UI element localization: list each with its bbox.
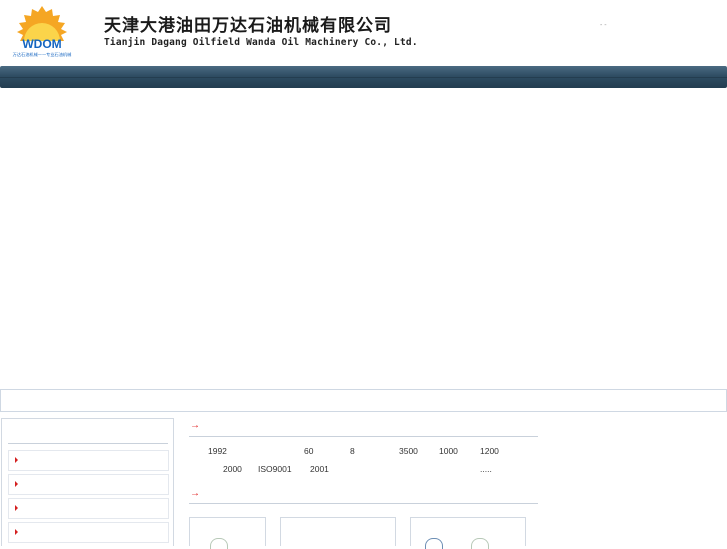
product-thumbnail-icon [425, 538, 443, 549]
banner-area [0, 90, 727, 386]
notice-bar [0, 389, 727, 412]
sidebar-divider [8, 443, 168, 444]
product-thumbnail-icon [210, 538, 228, 549]
about-text: 1992 [208, 446, 227, 456]
company-logo[interactable]: WDOM 万达石油机械——专业石油机械 [0, 4, 84, 58]
nav-divider [0, 77, 727, 78]
sidebar-item[interactable] [8, 498, 169, 519]
section-divider [189, 436, 538, 437]
product-card[interactable] [189, 517, 266, 549]
logo-wordmark: WDOM [22, 37, 61, 51]
about-text: 60 [304, 446, 314, 456]
product-card[interactable] [410, 517, 526, 549]
main-nav-bar[interactable] [0, 66, 727, 88]
section-divider [189, 503, 538, 504]
logo-tagline: 万达石油机械——专业石油机械 [13, 51, 72, 58]
bullet-arrow-icon [15, 505, 18, 511]
bullet-arrow-icon [15, 529, 18, 535]
header-top-links[interactable]: - - [600, 22, 607, 29]
sidebar [1, 418, 174, 546]
sidebar-item[interactable] [8, 522, 169, 543]
bullet-arrow-icon [15, 481, 18, 487]
section-arrow-icon: → [190, 488, 200, 499]
sidebar-item[interactable] [8, 474, 169, 495]
bullet-arrow-icon [15, 457, 18, 463]
about-text: 2000 [223, 464, 242, 474]
sidebar-item[interactable] [8, 450, 169, 471]
company-name-cn: 天津大港油田万达石油机械有限公司 [104, 16, 392, 36]
section-arrow-icon: → [190, 420, 200, 431]
product-thumbnail-icon [471, 538, 489, 549]
about-text: 1200 [480, 446, 499, 456]
about-text: 2001 [310, 464, 329, 474]
about-text: 1000 [439, 446, 458, 456]
about-text: 3500 [399, 446, 418, 456]
about-text: ISO9001 [258, 464, 292, 474]
about-text: 8 [350, 446, 355, 456]
company-name-en: Tianjin Dagang Oilfield Wanda Oil Machin… [104, 37, 418, 48]
about-more-link[interactable]: ..... [480, 464, 492, 474]
product-card[interactable] [280, 517, 396, 546]
